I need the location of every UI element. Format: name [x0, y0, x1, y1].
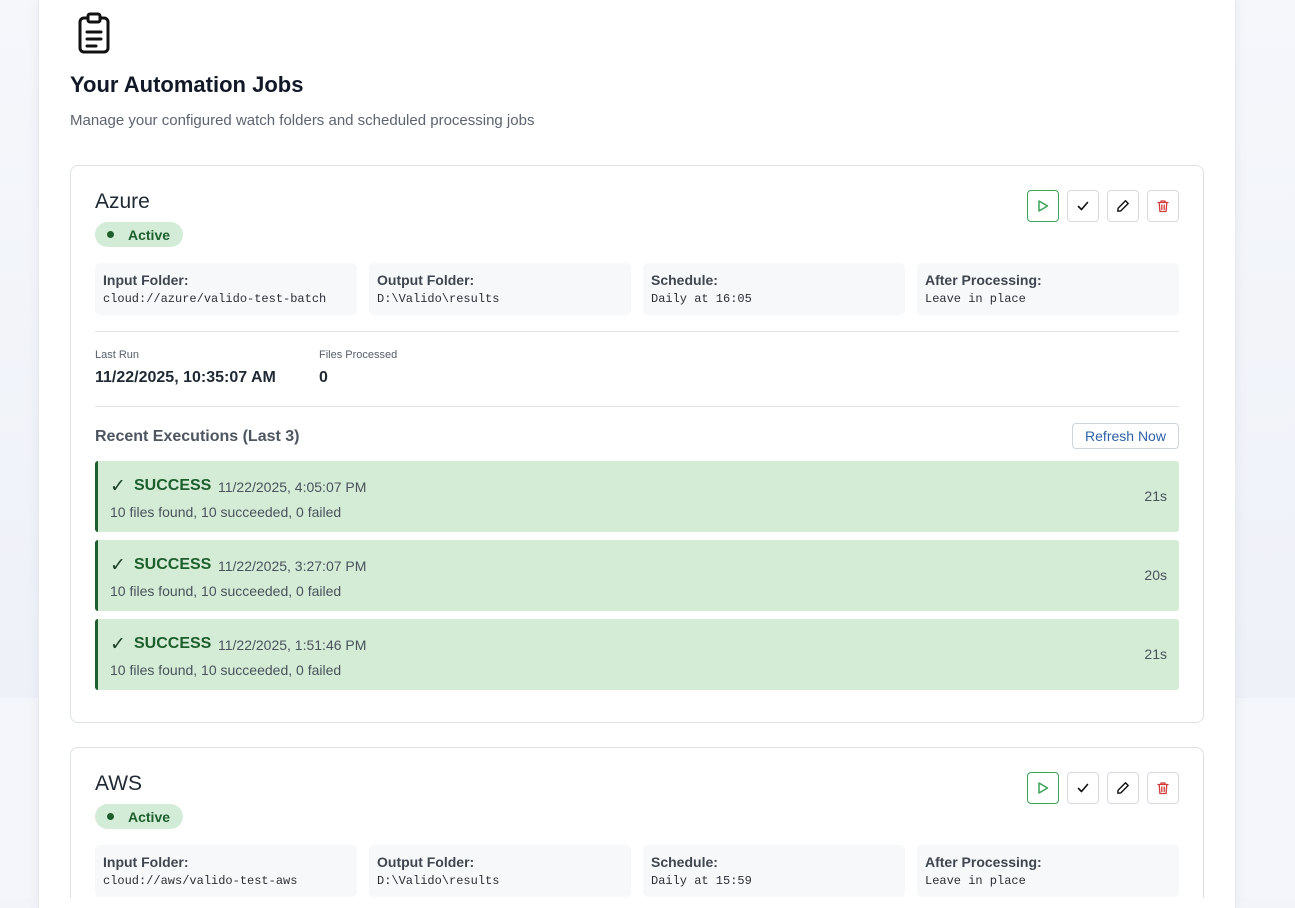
field-label: After Processing: [925, 854, 1042, 870]
field-value: cloud://azure/valido-test-batch [103, 292, 327, 306]
clipboard-icon [78, 12, 110, 54]
field-label: Output Folder: [377, 854, 475, 870]
files-processed-value: 0 [319, 369, 328, 386]
play-icon [1038, 782, 1049, 794]
schedule-field: Schedule: Daily at 15:59 [643, 845, 905, 897]
status-dot [107, 231, 114, 238]
execution-summary: 10 files found, 10 succeeded, 0 failed [110, 662, 342, 678]
status-label: Active [128, 226, 171, 243]
input-folder-field: Input Folder: cloud://aws/valido-test-aw… [95, 845, 357, 897]
run-job-button[interactable] [1027, 190, 1059, 222]
field-label: Input Folder: [103, 272, 189, 288]
field-label: Input Folder: [103, 854, 189, 870]
last-run-stat: Last Run 11/22/2025, 10:35:07 AM [95, 349, 276, 387]
job-card-azure: Azure Active Input Folder: cloud://azure… [70, 165, 1204, 723]
check-icon [1077, 201, 1089, 211]
field-value: Leave in place [925, 874, 1026, 888]
status-badge: Active [95, 804, 183, 829]
files-processed-label: Files Processed [319, 349, 398, 361]
checkmark-icon: ✓ [110, 475, 126, 497]
execution-time: 11/22/2025, 1:51:46 PM [218, 637, 367, 653]
status-badge: Active [95, 222, 183, 247]
delete-job-button[interactable] [1147, 772, 1179, 804]
pencil-icon [1117, 200, 1129, 212]
execution-duration: 20s [1144, 567, 1167, 583]
field-label: Schedule: [651, 854, 718, 870]
job-actions [1027, 190, 1179, 222]
execution-duration: 21s [1144, 488, 1167, 504]
trash-icon [1157, 200, 1169, 213]
execution-time: 11/22/2025, 4:05:07 PM [218, 479, 367, 495]
field-value: D:\Valido\results [377, 874, 500, 888]
job-details: Input Folder: cloud://aws/valido-test-aw… [95, 845, 1179, 897]
edit-job-button[interactable] [1107, 190, 1139, 222]
checkmark-icon: ✓ [110, 554, 126, 576]
execution-row: ✓ SUCCESS 11/22/2025, 3:27:07 PM 10 file… [95, 540, 1179, 611]
after-processing-field: After Processing: Leave in place [917, 845, 1179, 897]
refresh-now-button[interactable]: Refresh Now [1072, 423, 1179, 449]
execution-status: SUCCESS [134, 635, 212, 652]
divider [95, 406, 1179, 407]
field-label: Output Folder: [377, 272, 475, 288]
divider [95, 331, 1179, 332]
field-label: After Processing: [925, 272, 1042, 288]
checkmark-icon: ✓ [110, 633, 126, 655]
check-icon [1077, 783, 1089, 793]
page-subtitle: Manage your configured watch folders and… [70, 112, 535, 129]
execution-row: ✓ SUCCESS 11/22/2025, 4:05:07 PM 10 file… [95, 461, 1179, 532]
after-processing-field: After Processing: Leave in place [917, 263, 1179, 315]
execution-status: SUCCESS [134, 477, 212, 494]
job-card-aws: AWS Active Input Folder: cloud://aws/val… [70, 747, 1204, 898]
execution-status: SUCCESS [134, 556, 212, 573]
output-folder-field: Output Folder: D:\Valido\results [369, 845, 631, 897]
status-dot [107, 813, 114, 820]
job-name: Azure [95, 190, 150, 213]
validate-job-button[interactable] [1067, 190, 1099, 222]
execution-time: 11/22/2025, 3:27:07 PM [218, 558, 367, 574]
field-label: Schedule: [651, 272, 718, 288]
schedule-field: Schedule: Daily at 16:05 [643, 263, 905, 315]
field-value: Daily at 15:59 [651, 874, 752, 888]
delete-job-button[interactable] [1147, 190, 1179, 222]
job-actions [1027, 772, 1179, 804]
status-label: Active [128, 808, 171, 825]
validate-job-button[interactable] [1067, 772, 1099, 804]
page-title: Your Automation Jobs [70, 72, 304, 97]
execution-duration: 21s [1144, 646, 1167, 662]
execution-summary: 10 files found, 10 succeeded, 0 failed [110, 504, 342, 520]
play-icon [1038, 200, 1049, 212]
run-job-button[interactable] [1027, 772, 1059, 804]
job-name: AWS [95, 772, 143, 795]
files-processed-stat: Files Processed 0 [319, 349, 397, 387]
field-value: cloud://aws/valido-test-aws [103, 874, 298, 888]
output-folder-field: Output Folder: D:\Valido\results [369, 263, 631, 315]
pencil-icon [1117, 782, 1129, 794]
edit-job-button[interactable] [1107, 772, 1139, 804]
field-value: Leave in place [925, 292, 1026, 306]
last-run-label: Last Run [95, 349, 140, 361]
job-details: Input Folder: cloud://azure/valido-test-… [95, 263, 1179, 315]
input-folder-field: Input Folder: cloud://azure/valido-test-… [95, 263, 357, 315]
execution-row: ✓ SUCCESS 11/22/2025, 1:51:46 PM 10 file… [95, 619, 1179, 690]
last-run-value: 11/22/2025, 10:35:07 AM [95, 369, 276, 386]
field-value: Daily at 16:05 [651, 292, 752, 306]
recent-executions-title: Recent Executions (Last 3) [95, 428, 300, 445]
field-value: D:\Valido\results [377, 292, 500, 306]
execution-summary: 10 files found, 10 succeeded, 0 failed [110, 583, 342, 599]
trash-icon [1157, 782, 1169, 795]
